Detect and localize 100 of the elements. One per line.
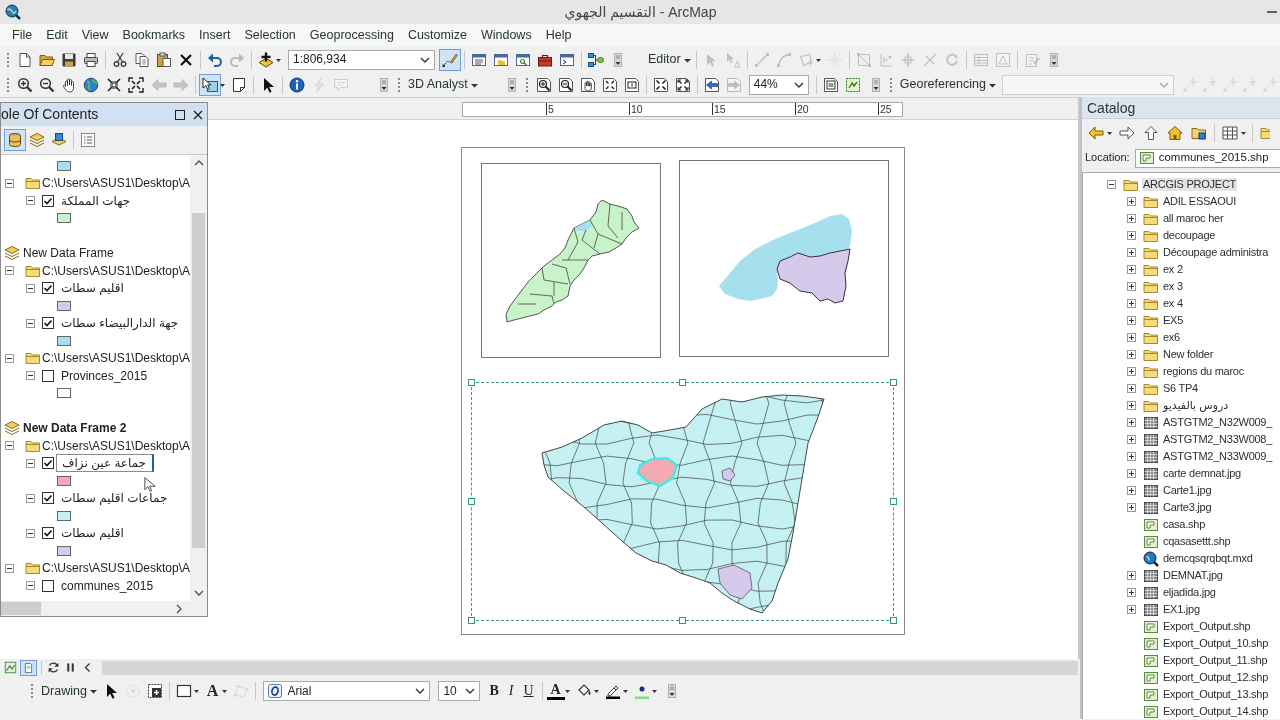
print-icon[interactable] [83, 51, 99, 68]
catalog-item[interactable]: regions du maroc [1162, 364, 1245, 379]
data-frame-label[interactable]: New Data Frame 2 [23, 421, 127, 436]
page-view-icon[interactable] [20, 659, 37, 676]
folder-path[interactable]: C:\Users\ASUS1\Desktop\A [42, 176, 190, 191]
collapse-icon[interactable] [26, 493, 35, 503]
scale-field[interactable]: 1:806,934 [288, 49, 435, 70]
menu-item[interactable]: Customize [400, 27, 474, 44]
dotted-frame-icon[interactable] [844, 76, 861, 93]
arrow-right-icon[interactable] [1119, 125, 1135, 141]
catalog-item[interactable]: ex6 [1162, 330, 1181, 345]
collapse-icon[interactable] [5, 178, 14, 188]
layer-name-field[interactable]: جماعة عين نزاف [56, 454, 154, 473]
catalog-item[interactable]: Export_Output.shp [1162, 619, 1252, 634]
expand-icon[interactable] [1127, 214, 1136, 223]
catalog-item[interactable]: Carte3.jpg [1162, 500, 1213, 515]
layer-name[interactable]: جماعات اقليم سطات [61, 491, 168, 506]
page-arrows-icon[interactable] [601, 76, 618, 93]
collapse-icon[interactable] [1107, 180, 1116, 189]
layer-checkbox[interactable] [42, 282, 54, 295]
arrows-out-icon[interactable] [128, 76, 144, 93]
menu-item[interactable]: Bookmarks [115, 27, 193, 44]
maximize-icon[interactable] [174, 108, 186, 121]
catalog-item[interactable]: ex 2 [1162, 262, 1184, 277]
collapse-icon[interactable] [26, 371, 35, 381]
selection-handle[interactable] [890, 379, 897, 386]
expand-icon[interactable] [1127, 316, 1136, 325]
map-view-icon[interactable] [4, 661, 17, 674]
folder-path[interactable]: C:\Users\ASUS1\Desktop\A [42, 351, 190, 366]
catalog-item[interactable]: Export_Output_13.shp [1162, 687, 1270, 702]
catalog-item[interactable]: eljadida.jpg [1162, 585, 1217, 600]
catalog-item[interactable]: S6 TP4 [1162, 381, 1199, 396]
expand-icon[interactable] [1127, 265, 1136, 274]
underline-button[interactable]: U [519, 683, 538, 699]
page-hand-icon[interactable] [579, 76, 596, 93]
menu-item[interactable]: Windows [473, 27, 539, 44]
layer-checkbox[interactable] [42, 527, 54, 540]
symbol-swatch-icon[interactable] [57, 213, 71, 224]
catalog-item[interactable]: carte demnat.jpg [1162, 466, 1242, 481]
layer-name[interactable]: اقليم سطات [61, 281, 124, 296]
layer-name[interactable]: Provinces_2015 [61, 368, 148, 383]
scrollbar-thumb[interactable] [192, 213, 205, 548]
expand-icon[interactable] [1127, 571, 1136, 580]
layer-checkbox[interactable] [42, 492, 54, 505]
data-frame[interactable] [471, 382, 894, 621]
expand-icon[interactable] [1127, 452, 1136, 461]
rectangle-icon[interactable] [175, 683, 192, 699]
selection-handle[interactable] [468, 617, 475, 624]
layer-name[interactable]: communes_2015 [61, 578, 154, 593]
collapse-icon[interactable] [5, 441, 14, 451]
expand-icon[interactable] [1127, 248, 1136, 257]
pointer-box-icon[interactable] [199, 73, 221, 96]
toolbar-grip[interactable] [30, 683, 34, 699]
analyst-menu[interactable]: 3D Analyst [405, 77, 480, 92]
page-ratio-icon[interactable] [623, 76, 640, 93]
close-icon[interactable] [192, 108, 204, 121]
undo-icon[interactable] [207, 51, 223, 68]
expand-icon[interactable] [1127, 197, 1136, 206]
layer-name[interactable]: جهات المملكة [61, 193, 131, 208]
data-frame[interactable] [679, 160, 889, 357]
symbol-swatch-icon[interactable] [57, 545, 71, 556]
catalog-item[interactable]: Export_Output_10.shp [1162, 636, 1270, 651]
scrollbar-thumb[interactable] [102, 660, 1078, 675]
home-icon[interactable] [1167, 125, 1183, 141]
menu-item[interactable]: Insert [192, 27, 238, 44]
arrow-left-icon[interactable] [1088, 125, 1104, 141]
layer-checkbox[interactable] [42, 457, 54, 470]
catalog-item[interactable]: New folder [1162, 347, 1215, 362]
drawing-menu[interactable]: Drawing [38, 683, 99, 699]
expand-icon[interactable] [1127, 486, 1136, 495]
font-field[interactable]: Arial [263, 681, 431, 701]
catalog-item[interactable]: EX5 [1162, 313, 1185, 328]
toolbar-grip[interactable] [6, 76, 10, 93]
pause-icon[interactable] [64, 661, 77, 674]
catalog-item[interactable]: ASTGTM2_N33W008_ [1162, 432, 1274, 447]
expand-icon[interactable] [1127, 418, 1136, 427]
expand-icon[interactable] [1127, 231, 1136, 240]
plus-diamond-icon[interactable] [258, 51, 274, 68]
menu-item[interactable]: Help [538, 27, 579, 44]
symbol-swatch-icon[interactable] [57, 335, 71, 346]
copy-icon[interactable] [134, 51, 150, 68]
catalog-item[interactable]: ARCGIS PROJECT [1142, 177, 1238, 192]
expand-icon[interactable] [1127, 401, 1136, 410]
collapse-icon[interactable] [26, 528, 35, 538]
folder-icon[interactable] [1260, 125, 1270, 141]
layer-checkbox[interactable] [42, 317, 54, 330]
italic-button[interactable]: I [504, 683, 518, 699]
expand-icon[interactable] [1127, 503, 1136, 512]
page-arrows-in-icon[interactable] [652, 76, 669, 93]
scroll-right-icon[interactable] [174, 603, 184, 614]
list-icon[interactable] [80, 132, 96, 148]
catalog-item[interactable]: Carte1.jpg [1162, 483, 1213, 498]
font-color-button[interactable]: A [546, 682, 565, 700]
zoom-in-icon[interactable] [17, 76, 33, 93]
folder-path[interactable]: C:\Users\ASUS1\Desktop\A [42, 438, 190, 453]
scissors-icon[interactable] [112, 51, 128, 68]
refresh-icon[interactable] [47, 661, 60, 674]
up-arrow-icon[interactable] [1143, 125, 1159, 141]
expand-icon[interactable] [1127, 333, 1136, 342]
bold-button[interactable]: B [485, 683, 503, 699]
